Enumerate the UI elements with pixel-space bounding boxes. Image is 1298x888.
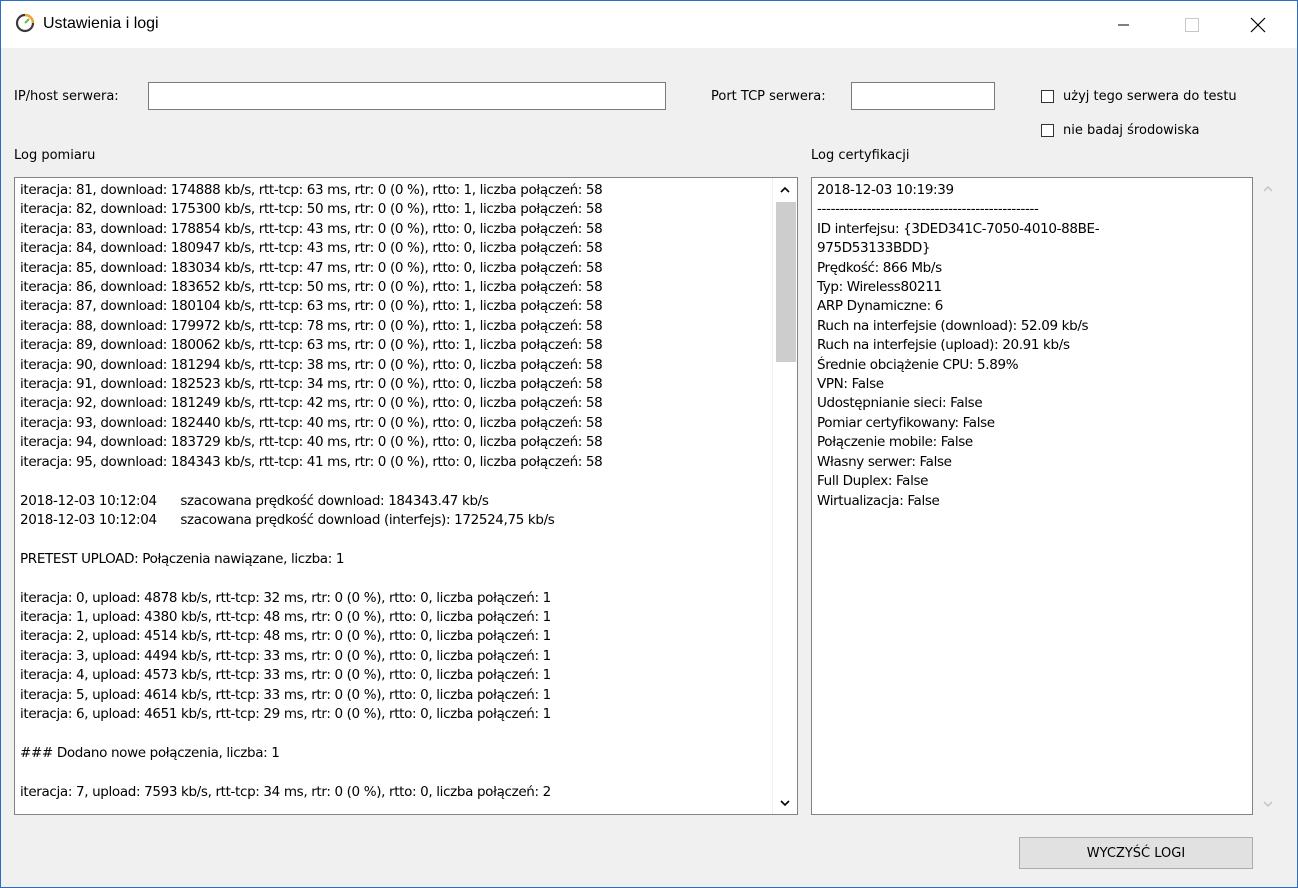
no-env-checkbox[interactable] xyxy=(1041,124,1054,137)
log-line: 2018-12-03 10:19:39 xyxy=(817,182,954,198)
log-line: Średnie obciążenie CPU: 5.89% xyxy=(817,356,1019,373)
log-line: iteracja: 82, download: 175300 kb/s, rtt… xyxy=(20,201,603,218)
cert-log-textarea[interactable]: 2018-12-03 10:19:39 ---------------------… xyxy=(811,177,1253,815)
log-line: Połączenie mobile: False xyxy=(817,434,973,451)
log-line: iteracja: 95, download: 184343 kb/s, rtt… xyxy=(20,453,603,470)
tcp-port-label: Port TCP serwera: xyxy=(711,89,826,104)
log-line: iteracja: 87, download: 180104 kb/s, rtt… xyxy=(20,298,603,315)
log-line: 2018-12-03 10:12:04 szacowana prędkość d… xyxy=(20,492,489,509)
settings-window: Ustawienia i logi IP/host serwera: Port … xyxy=(0,0,1298,888)
log-line: iteracja: 88, download: 179972 kb/s, rtt… xyxy=(20,317,603,334)
cert-log-scrollbar[interactable] xyxy=(1259,177,1277,815)
log-line: Wirtualizacja: False xyxy=(817,492,940,509)
log-line: Pomiar certyfikowany: False xyxy=(817,414,995,431)
log-line: Własny serwer: False xyxy=(817,453,952,470)
log-line: iteracja: 5, upload: 4614 kb/s, rtt-tcp:… xyxy=(20,686,551,703)
use-server-checkbox[interactable] xyxy=(1041,90,1054,103)
log-line: iteracja: 85, download: 183034 kb/s, rtt… xyxy=(20,259,603,276)
ip-host-input[interactable] xyxy=(148,82,666,110)
log-line: ----------------------------------------… xyxy=(817,201,1039,218)
measure-log-label: Log pomiaru xyxy=(14,148,96,163)
log-line: Full Duplex: False xyxy=(817,473,929,490)
measure-log-scroll-thumb[interactable] xyxy=(776,202,796,362)
log-line: iteracja: 93, download: 182440 kb/s, rtt… xyxy=(20,414,603,431)
log-line: iteracja: 90, download: 181294 kb/s, rtt… xyxy=(20,356,603,373)
close-button[interactable] xyxy=(1235,1,1281,48)
log-line: iteracja: 6, upload: 4651 kb/s, rtt-tcp:… xyxy=(20,705,551,722)
log-line: iteracja: 92, download: 181249 kb/s, rtt… xyxy=(20,395,603,412)
ip-host-label: IP/host serwera: xyxy=(14,89,119,104)
log-line: Ruch na interfejsie (upload): 20.91 kb/s xyxy=(817,337,1070,354)
log-line: Prędkość: 866 Mb/s xyxy=(817,259,942,276)
cert-scroll-up-arrow-icon[interactable] xyxy=(1259,179,1277,197)
log-line: 975D53133BDD} xyxy=(817,240,931,257)
use-server-label: użyj tego serwera do testu xyxy=(1063,89,1237,104)
log-line: 2018-12-03 10:12:04 szacowana prędkość d… xyxy=(20,511,555,528)
log-line: iteracja: 94, download: 183729 kb/s, rtt… xyxy=(20,434,603,451)
maximize-button[interactable] xyxy=(1169,1,1215,48)
no-env-label: nie badaj środowiska xyxy=(1063,123,1200,138)
log-line: ARP Dynamiczne: 6 xyxy=(817,298,944,315)
minimize-button[interactable] xyxy=(1101,1,1147,48)
speedometer-icon xyxy=(15,13,35,33)
measure-log-content: iteracja: 81, download: 174888 kb/s, rtt… xyxy=(20,181,603,802)
use-server-checkbox-row[interactable]: użyj tego serwera do testu xyxy=(1041,89,1237,104)
minimize-icon xyxy=(1118,24,1129,25)
window-title: Ustawienia i logi xyxy=(43,15,159,32)
log-line: iteracja: 84, download: 180947 kb/s, rtt… xyxy=(20,240,603,257)
log-line: iteracja: 3, upload: 4494 kb/s, rtt-tcp:… xyxy=(20,647,551,664)
log-line: iteracja: 0, upload: 4878 kb/s, rtt-tcp:… xyxy=(20,589,551,606)
log-line: iteracja: 4, upload: 4573 kb/s, rtt-tcp:… xyxy=(20,667,551,684)
title-bar[interactable]: Ustawienia i logi xyxy=(1,1,1297,48)
scroll-up-arrow-icon[interactable] xyxy=(776,180,794,198)
log-line: ID interfejsu: {3DED341C-7050-4010-88BE- xyxy=(817,220,1100,237)
tcp-port-input[interactable] xyxy=(851,82,995,110)
clear-logs-button[interactable]: WYCZYŚĆ LOGI xyxy=(1019,837,1253,869)
log-line: iteracja: 81, download: 174888 kb/s, rtt… xyxy=(20,182,603,198)
log-line: iteracja: 91, download: 182523 kb/s, rtt… xyxy=(20,376,603,393)
measure-log-scrollbar[interactable] xyxy=(772,178,797,814)
log-line: iteracja: 86, download: 183652 kb/s, rtt… xyxy=(20,279,603,296)
log-line: Typ: Wireless80211 xyxy=(817,279,942,296)
log-line: Ruch na interfejsie (download): 52.09 kb… xyxy=(817,317,1089,334)
close-icon xyxy=(1250,17,1266,32)
log-line: Udostępnianie sieci: False xyxy=(817,395,983,412)
cert-scroll-down-arrow-icon[interactable] xyxy=(1259,795,1277,813)
log-line: VPN: False xyxy=(817,376,884,393)
log-line: PRETEST UPLOAD: Połączenia nawiązane, li… xyxy=(20,550,345,567)
log-line: iteracja: 89, download: 180062 kb/s, rtt… xyxy=(20,337,603,354)
measure-log-textarea[interactable]: iteracja: 81, download: 174888 kb/s, rtt… xyxy=(14,177,798,815)
cert-log-content: 2018-12-03 10:19:39 ---------------------… xyxy=(817,181,1100,511)
no-env-checkbox-row[interactable]: nie badaj środowiska xyxy=(1041,123,1199,138)
log-line: ### Dodano nowe połączenia, liczba: 1 xyxy=(20,744,280,761)
log-line: iteracja: 7, upload: 7593 kb/s, rtt-tcp:… xyxy=(20,783,551,800)
log-line: iteracja: 2, upload: 4514 kb/s, rtt-tcp:… xyxy=(20,628,551,645)
maximize-icon xyxy=(1185,17,1199,32)
cert-log-label: Log certyfikacji xyxy=(811,148,910,163)
log-line: iteracja: 83, download: 178854 kb/s, rtt… xyxy=(20,220,603,237)
log-line: iteracja: 1, upload: 4380 kb/s, rtt-tcp:… xyxy=(20,608,551,625)
scroll-down-arrow-icon[interactable] xyxy=(776,794,794,812)
